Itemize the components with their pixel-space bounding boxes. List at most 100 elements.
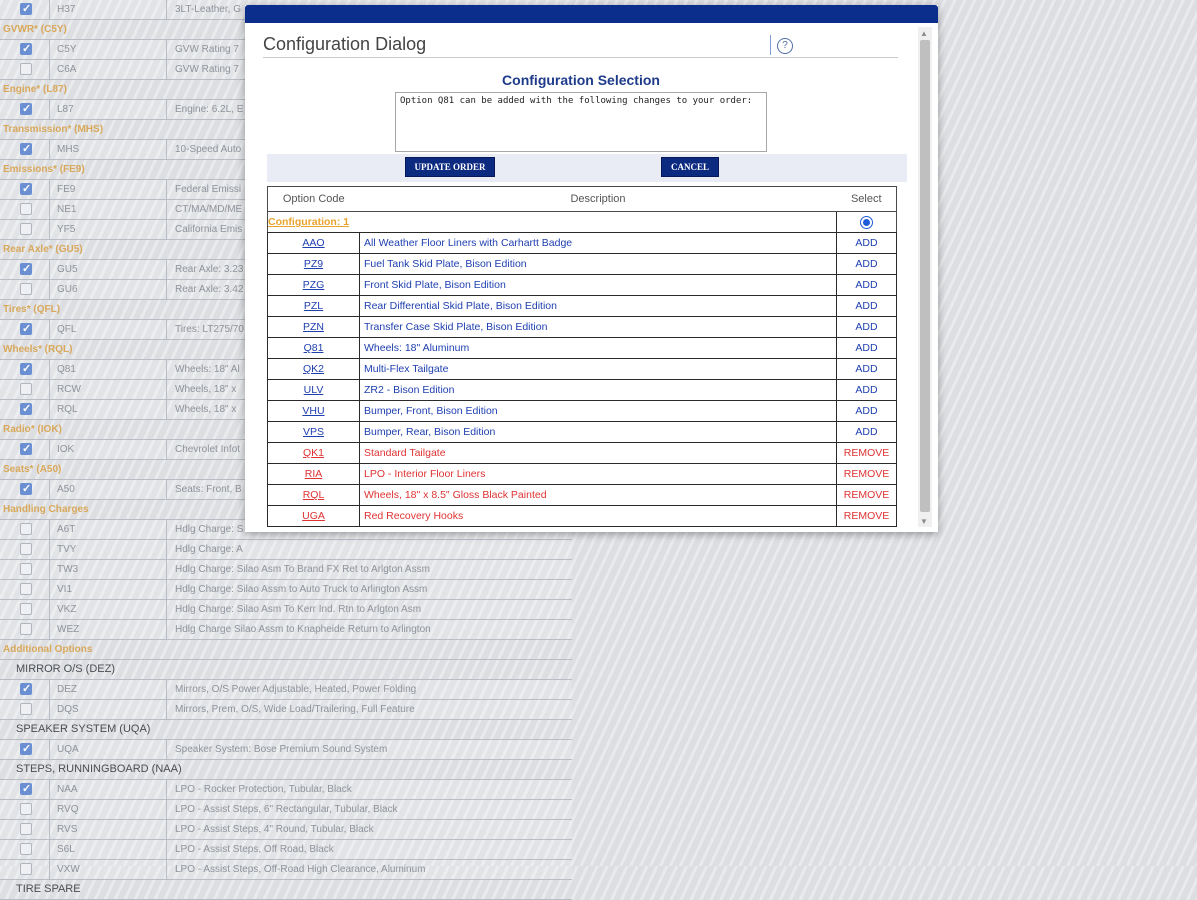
- option-code-link[interactable]: PZ9: [304, 258, 323, 270]
- option-description: Wheels, 18" x: [175, 404, 237, 415]
- option-checkbox[interactable]: [20, 203, 32, 215]
- option-code-link[interactable]: PZL: [304, 300, 323, 312]
- option-checkbox[interactable]: [20, 523, 32, 535]
- option-code-cell: Q81: [267, 337, 360, 359]
- scroll-up-arrow-icon[interactable]: ▲: [920, 29, 928, 38]
- option-checkbox[interactable]: [20, 402, 32, 415]
- option-code-link[interactable]: PZN: [303, 321, 324, 333]
- option-checkbox[interactable]: [20, 482, 32, 495]
- option-code-link[interactable]: PZG: [303, 279, 325, 291]
- option-subgroup-header: SPEAKER SYSTEM (UQA): [0, 720, 572, 740]
- column-divider: [49, 180, 50, 199]
- configuration-radio-cell[interactable]: [836, 211, 897, 233]
- background-option-row: S6L LPO - Assist Steps, Off Road, Black: [0, 840, 572, 860]
- option-checkbox[interactable]: [20, 383, 32, 395]
- message-textarea[interactable]: Option Q81 can be added with the followi…: [395, 92, 767, 152]
- option-code-link[interactable]: RIA: [305, 468, 323, 480]
- option-description: California Emis: [175, 224, 243, 235]
- option-code-cell: RQL: [267, 484, 360, 506]
- option-checkbox[interactable]: [20, 543, 32, 555]
- column-divider: [166, 60, 167, 79]
- table-row: VPS Bumper, Rear, Bison Edition ADD: [267, 421, 897, 443]
- column-divider: [49, 580, 50, 599]
- cancel-button[interactable]: CANCEL: [661, 157, 719, 177]
- table-row: PZN Transfer Case Skid Plate, Bison Editi…: [267, 316, 897, 338]
- option-checkbox[interactable]: [20, 782, 32, 795]
- table-row: QK1 Standard Tailgate REMOVE: [267, 442, 897, 464]
- option-checkbox[interactable]: [20, 742, 32, 755]
- option-code-link[interactable]: ULV: [304, 384, 324, 396]
- configuration-radio-icon[interactable]: [860, 215, 873, 229]
- option-checkbox[interactable]: [20, 42, 32, 55]
- option-checkbox[interactable]: [20, 362, 32, 375]
- option-checkbox[interactable]: [20, 823, 32, 835]
- option-checkbox[interactable]: [20, 262, 32, 275]
- background-option-row: VXW LPO - Assist Steps, Off-Road High Cle…: [0, 860, 572, 880]
- option-description: Rear Axle: 3.42: [175, 284, 244, 295]
- option-code-link[interactable]: UGA: [302, 510, 325, 522]
- background-option-row: TVY Hdlg Charge: A: [0, 540, 572, 560]
- option-description: Multi-Flex Tailgate: [359, 358, 837, 380]
- option-code-cell: PZL: [267, 295, 360, 317]
- update-order-button[interactable]: UPDATE ORDER: [405, 157, 495, 177]
- option-checkbox[interactable]: [20, 863, 32, 875]
- option-code-link[interactable]: QK2: [303, 363, 324, 375]
- option-subgroup-header: TIRE SPARE: [0, 880, 572, 900]
- add-action: ADD: [836, 316, 897, 338]
- column-divider: [49, 360, 50, 379]
- scroll-thumb[interactable]: [920, 40, 930, 512]
- option-code: H37: [57, 4, 76, 15]
- option-checkbox[interactable]: [20, 142, 32, 155]
- add-action: ADD: [836, 358, 897, 380]
- option-description: Standard Tailgate: [359, 442, 837, 464]
- option-description: ZR2 - Bison Edition: [359, 379, 837, 401]
- column-divider: [166, 480, 167, 499]
- option-checkbox[interactable]: [20, 283, 32, 295]
- dialog-scrollbar[interactable]: ▲ ▼: [918, 27, 932, 527]
- remove-action: REMOVE: [836, 463, 897, 485]
- option-description: All Weather Floor Liners with Carhartt B…: [359, 232, 837, 254]
- table-row: Q81 Wheels: 18" Aluminum ADD: [267, 337, 897, 359]
- configuration-group-label[interactable]: Configuration: 1: [267, 211, 837, 233]
- option-code: Q81: [57, 364, 76, 375]
- option-code-link[interactable]: Q81: [304, 342, 324, 354]
- option-description: Rear Differential Skid Plate, Bison Edit…: [359, 295, 837, 317]
- option-description: LPO - Interior Floor Liners: [359, 463, 837, 485]
- option-checkbox[interactable]: [20, 322, 32, 335]
- dialog-titlebar[interactable]: [245, 5, 938, 23]
- option-description: Hdlg Charge: Silao Asm To Brand FX Ret t…: [175, 564, 430, 575]
- option-checkbox[interactable]: [20, 603, 32, 615]
- option-checkbox[interactable]: [20, 583, 32, 595]
- option-checkbox[interactable]: [20, 442, 32, 455]
- option-description: Federal Emissi: [175, 184, 242, 195]
- option-checkbox[interactable]: [20, 703, 32, 715]
- background-option-row: VI1 Hdlg Charge: Silao Assm to Auto Truck…: [0, 580, 572, 600]
- option-checkbox[interactable]: [20, 63, 32, 75]
- option-checkbox[interactable]: [20, 223, 32, 235]
- column-divider: [49, 440, 50, 459]
- option-code-link[interactable]: VHU: [302, 405, 324, 417]
- option-checkbox[interactable]: [20, 843, 32, 855]
- option-checkbox[interactable]: [20, 563, 32, 575]
- option-checkbox[interactable]: [20, 2, 32, 15]
- option-code-link[interactable]: RQL: [303, 489, 325, 501]
- dialog-title: Configuration Dialog: [263, 34, 427, 54]
- option-code-link[interactable]: QK1: [303, 447, 324, 459]
- column-divider: [166, 800, 167, 819]
- column-divider: [49, 800, 50, 819]
- option-checkbox[interactable]: [20, 102, 32, 115]
- column-divider: [49, 740, 50, 759]
- option-code-link[interactable]: VPS: [303, 426, 324, 438]
- option-checkbox[interactable]: [20, 182, 32, 195]
- scroll-down-arrow-icon[interactable]: ▼: [920, 517, 928, 526]
- option-code: UQA: [57, 744, 79, 755]
- column-divider: [49, 0, 50, 19]
- option-code: TVY: [57, 544, 77, 555]
- help-icon[interactable]: ?: [777, 38, 793, 54]
- background-option-row: VKZ Hdlg Charge: Silao Asm To Kerr Ind. R…: [0, 600, 572, 620]
- option-checkbox[interactable]: [20, 803, 32, 815]
- option-checkbox[interactable]: [20, 623, 32, 635]
- option-code-link[interactable]: AAO: [302, 237, 324, 249]
- column-divider: [49, 400, 50, 419]
- option-checkbox[interactable]: [20, 682, 32, 695]
